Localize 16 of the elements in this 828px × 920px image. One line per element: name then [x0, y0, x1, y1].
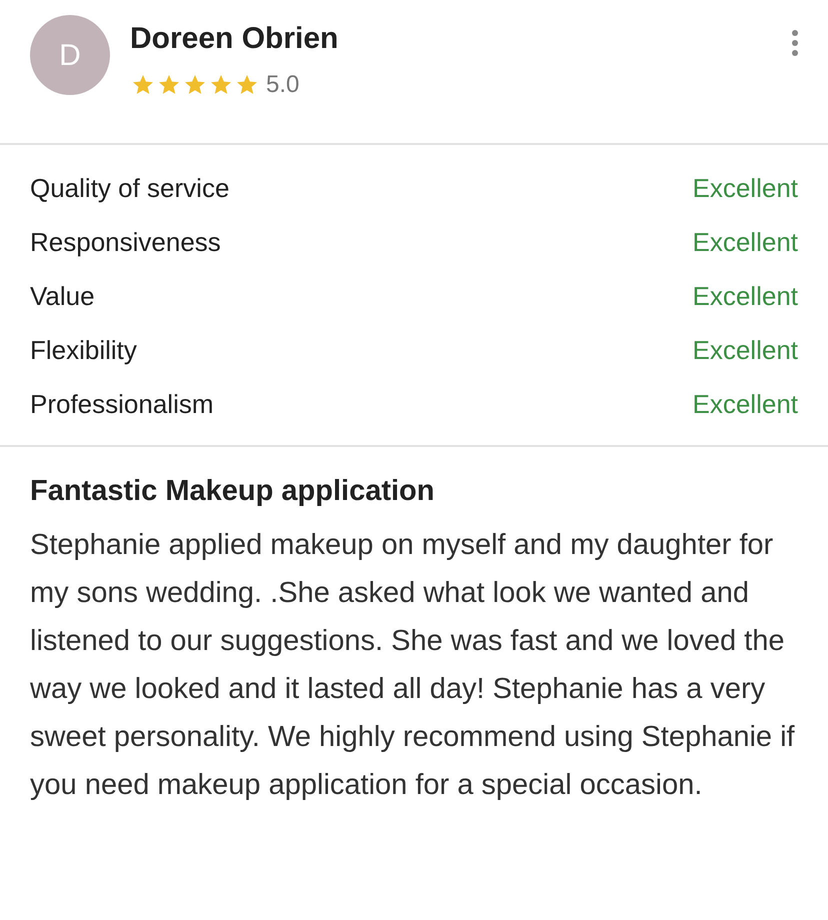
rating-score: Excellent: [692, 227, 798, 257]
rating-category: Value: [30, 281, 95, 311]
rating-category: Flexibility: [30, 335, 137, 365]
rating-score: Excellent: [692, 335, 798, 365]
more-options-icon[interactable]: [790, 29, 800, 57]
review-title: Fantastic Makeup application: [30, 474, 436, 509]
reviewer-name: Doreen Obrien: [130, 21, 338, 57]
rating-score: Excellent: [692, 281, 798, 311]
rating-score: Excellent: [692, 173, 798, 203]
rating-category: Responsiveness: [30, 227, 221, 257]
avatar: D: [30, 15, 110, 95]
rating-category: Professionalism: [30, 389, 214, 419]
rating-category: Quality of service: [30, 173, 230, 203]
rating-score: Excellent: [692, 389, 798, 419]
review-text: Stephanie applied makeup on myself and my daughter for my sons wedding. .She asked what look we wanted and listened to our suggestions. She was fast and we loved the way we looked and it lasted all day! Stephanie has a very sweet personality. We highly recommend using Stephanie if you need makeup application for a special occasion.: [30, 528, 796, 803]
rating-value: 5.0: [266, 70, 300, 100]
